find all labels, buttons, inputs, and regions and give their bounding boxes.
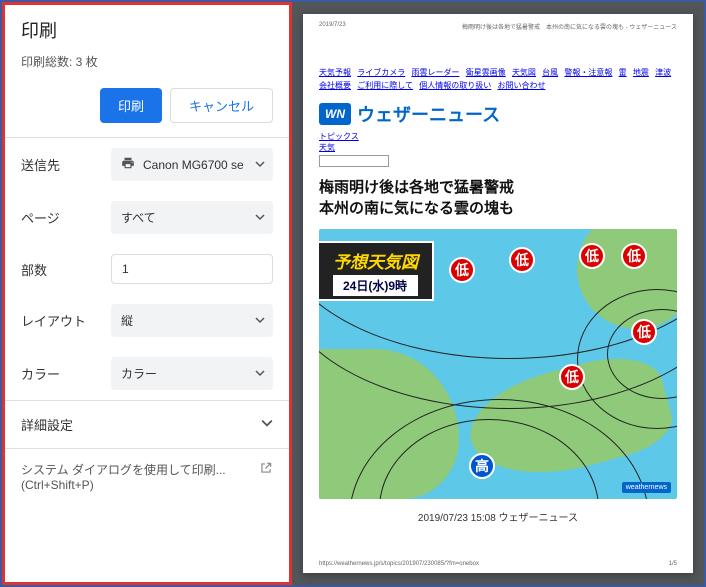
low-pressure-icon: 低 bbox=[449, 257, 475, 283]
nav-link[interactable]: 地震 bbox=[633, 68, 649, 77]
low-pressure-icon: 低 bbox=[631, 319, 657, 345]
sublink[interactable]: 天気 bbox=[319, 142, 677, 153]
dialog-buttons: 印刷 キャンセル bbox=[5, 78, 289, 138]
chevron-down-icon bbox=[255, 314, 265, 328]
preview-area: 2019/7/23 梅雨明け後は各地で猛暑警戒 本州の南に気になる雲の塊も - … bbox=[292, 2, 704, 585]
nav-link[interactable]: ライブカメラ bbox=[357, 68, 405, 77]
system-dialog-link[interactable]: システム ダイアログを使用して印刷... (Ctrl+Shift+P) bbox=[5, 449, 289, 504]
nav-link[interactable]: 個人情報の取り扱い bbox=[419, 81, 491, 90]
low-pressure-icon: 低 bbox=[621, 243, 647, 269]
layout-select[interactable]: 縦 bbox=[111, 304, 273, 337]
nav-link[interactable]: 天気図 bbox=[512, 68, 536, 77]
chevron-down-icon bbox=[255, 367, 265, 381]
logo-row: WN ウェザーニュース bbox=[319, 101, 677, 127]
header-date: 2019/7/23 bbox=[319, 22, 346, 31]
nav-links: 天気予報 ライブカメラ 雨雲レーダー 衛星雲画像 天気図 台風 警報・注意報 雷… bbox=[319, 67, 677, 93]
destination-value: Canon MG6700 se bbox=[143, 158, 244, 172]
logo-text: ウェザーニュース bbox=[357, 101, 500, 127]
chevron-down-icon bbox=[255, 158, 265, 172]
map-banner: 予想天気図 24日(水)9時 bbox=[319, 241, 434, 301]
nav-link[interactable]: 衛星雲画像 bbox=[466, 68, 506, 77]
color-select[interactable]: カラー bbox=[111, 357, 273, 390]
row-layout: レイアウト 縦 bbox=[5, 294, 289, 347]
destination-select[interactable]: Canon MG6700 se bbox=[111, 148, 273, 181]
row-destination: 送信先 Canon MG6700 se bbox=[5, 138, 289, 191]
row-color: カラー カラー bbox=[5, 347, 289, 400]
page-footer: https://weathernews.jp/s/topics/201907/2… bbox=[319, 561, 677, 567]
footer-url: https://weathernews.jp/s/topics/201907/2… bbox=[319, 561, 479, 567]
watermark: weathernews bbox=[622, 482, 671, 493]
page-header: 2019/7/23 梅雨明け後は各地で猛暑警戒 本州の南に気になる雲の塊も - … bbox=[319, 22, 677, 37]
label-copies: 部数 bbox=[21, 260, 111, 279]
footer-page-number: 1/5 bbox=[669, 561, 677, 567]
article-timestamp: 2019/07/23 15:08 ウェザーニュース bbox=[319, 509, 677, 524]
pages-value: すべて bbox=[121, 209, 156, 226]
nav-link[interactable]: お問い合わせ bbox=[497, 81, 545, 90]
cancel-button[interactable]: キャンセル bbox=[170, 88, 273, 123]
copies-input[interactable] bbox=[111, 254, 273, 284]
label-layout: レイアウト bbox=[21, 311, 111, 330]
label-pages: ページ bbox=[21, 208, 111, 227]
settings-list: 送信先 Canon MG6700 se ページ すべて bbox=[5, 138, 289, 582]
sublink[interactable]: トピックス bbox=[319, 131, 677, 142]
nav-link[interactable]: ご利用に際して bbox=[357, 81, 413, 90]
row-copies: 部数 bbox=[5, 244, 289, 294]
chevron-down-icon bbox=[255, 211, 265, 225]
sub-links: トピックス 天気 bbox=[319, 131, 677, 168]
row-pages: ページ すべて bbox=[5, 191, 289, 244]
nav-link[interactable]: 会社概要 bbox=[319, 81, 351, 90]
nav-link[interactable]: 台風 bbox=[542, 68, 558, 77]
print-dialog: 印刷 印刷総数: 3 枚 印刷 キャンセル 送信先 Canon MG6700 s… bbox=[2, 2, 292, 585]
advanced-label: 詳細設定 bbox=[21, 415, 73, 434]
nav-link[interactable]: 津波 bbox=[655, 68, 671, 77]
pages-select[interactable]: すべて bbox=[111, 201, 273, 234]
high-pressure-icon: 高 bbox=[469, 453, 495, 479]
nav-link[interactable]: 警報・注意報 bbox=[564, 68, 612, 77]
layout-value: 縦 bbox=[121, 312, 133, 329]
print-summary: 印刷総数: 3 枚 bbox=[21, 53, 273, 70]
advanced-settings-toggle[interactable]: 詳細設定 bbox=[5, 400, 289, 449]
search-input[interactable] bbox=[319, 155, 389, 167]
dialog-title: 印刷 bbox=[21, 17, 273, 43]
print-button[interactable]: 印刷 bbox=[100, 88, 162, 123]
header-title: 梅雨明け後は各地で猛暑警戒 本州の南に気になる雲の塊も - ウェザーニュース bbox=[462, 22, 677, 31]
nav-link[interactable]: 天気予報 bbox=[319, 68, 351, 77]
color-value: カラー bbox=[121, 365, 157, 382]
app-window: 印刷 印刷総数: 3 枚 印刷 キャンセル 送信先 Canon MG6700 s… bbox=[0, 0, 706, 587]
system-dialog-shortcut: (Ctrl+Shift+P) bbox=[21, 478, 226, 492]
nav-link[interactable]: 雨雲レーダー bbox=[411, 68, 459, 77]
map-subtitle: 24日(水)9時 bbox=[333, 275, 418, 296]
weather-map: 低 低 低 低 低 低 高 予想天気図 24日(水)9時 weathernews bbox=[319, 229, 677, 499]
printer-icon bbox=[121, 156, 135, 173]
low-pressure-icon: 低 bbox=[579, 243, 605, 269]
dialog-header: 印刷 印刷総数: 3 枚 bbox=[5, 5, 289, 78]
label-color: カラー bbox=[21, 364, 111, 383]
external-link-icon bbox=[259, 461, 273, 478]
low-pressure-icon: 低 bbox=[509, 247, 535, 273]
article-title: 梅雨明け後は各地で猛暑警戒 本州の南に気になる雲の塊も bbox=[319, 177, 677, 219]
nav-link[interactable]: 雷 bbox=[619, 68, 627, 77]
logo-badge: WN bbox=[319, 103, 351, 125]
system-dialog-text: システム ダイアログを使用して印刷... bbox=[21, 461, 226, 478]
label-destination: 送信先 bbox=[21, 155, 111, 174]
chevron-down-icon bbox=[261, 417, 273, 432]
preview-page: 2019/7/23 梅雨明け後は各地で猛暑警戒 本州の南に気になる雲の塊も - … bbox=[303, 14, 693, 573]
low-pressure-icon: 低 bbox=[559, 364, 585, 390]
